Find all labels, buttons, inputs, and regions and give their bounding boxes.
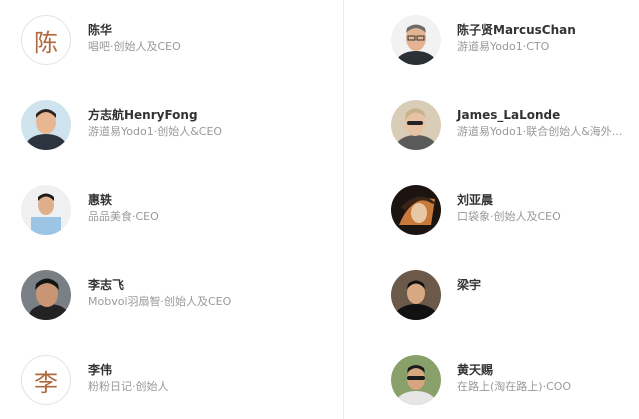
- person-name[interactable]: James_LaLonde: [457, 107, 622, 123]
- person-photo-icon: [21, 270, 71, 320]
- person-title: 游道易Yodo1·创始人&CEO: [88, 125, 223, 138]
- person-title: 粉粉日记·创始人: [88, 380, 169, 393]
- person-card[interactable]: 李志飞 Mobvoi羽扇智·创始人及CEO: [0, 267, 343, 323]
- person-name[interactable]: 陈子贤MarcusChan: [457, 22, 576, 38]
- avatar[interactable]: [391, 100, 441, 150]
- avatar[interactable]: [391, 15, 441, 65]
- avatar[interactable]: [21, 100, 71, 150]
- person-card[interactable]: 梁宇: [344, 267, 639, 323]
- avatar[interactable]: [391, 355, 441, 405]
- person-title: 游道易Yodo1·CTO: [457, 40, 550, 53]
- person-photo-icon: [21, 185, 71, 235]
- right-column: 陈子贤MarcusChan 游道易Yodo1·CTO James_LaLonde…: [344, 0, 639, 419]
- left-column: 陈 陈华 唱吧·创始人及CEO 方志航HenryFong 游道易Yodo1·创始…: [0, 0, 343, 419]
- person-photo-icon: [391, 270, 441, 320]
- person-name[interactable]: 刘亚晨: [457, 192, 561, 208]
- person-card[interactable]: 陈 陈华 唱吧·创始人及CEO: [0, 12, 343, 68]
- avatar[interactable]: 陈: [21, 15, 71, 65]
- person-photo-icon: [391, 185, 441, 235]
- person-card[interactable]: James_LaLonde 游道易Yodo1·联合创始人&海外...: [344, 97, 639, 153]
- person-card[interactable]: 李 李伟 粉粉日记·创始人: [0, 352, 343, 408]
- person-title: 口袋象·创始人及CEO: [457, 210, 561, 223]
- person-card[interactable]: 黄天赐 在路上(淘在路上)·COO: [344, 352, 639, 408]
- person-card[interactable]: 刘亚晨 口袋象·创始人及CEO: [344, 182, 639, 238]
- person-name[interactable]: 方志航HenryFong: [88, 107, 222, 123]
- avatar[interactable]: [21, 270, 71, 320]
- person-card[interactable]: 惠轶 品品美食·CEO: [0, 182, 343, 238]
- person-name[interactable]: 李志飞: [88, 277, 231, 293]
- person-name[interactable]: 李伟: [88, 362, 169, 378]
- person-card[interactable]: 方志航HenryFong 游道易Yodo1·创始人&CEO: [0, 97, 343, 153]
- person-title: 品品美食·CEO: [88, 210, 159, 223]
- person-name[interactable]: 惠轶: [88, 192, 159, 208]
- person-title: Mobvoi羽扇智·创始人及CEO: [88, 295, 232, 308]
- person-title: 在路上(淘在路上)·COO: [457, 380, 572, 393]
- person-photo-icon: [391, 15, 441, 65]
- person-photo-icon: [391, 355, 441, 405]
- person-photo-icon: [21, 100, 71, 150]
- avatar[interactable]: [21, 185, 71, 235]
- person-name[interactable]: 梁宇: [457, 277, 481, 293]
- avatar[interactable]: 李: [21, 355, 71, 405]
- person-title: 游道易Yodo1·联合创始人&海外...: [457, 125, 623, 138]
- person-name[interactable]: 陈华: [88, 22, 181, 38]
- person-title: 唱吧·创始人及CEO: [88, 40, 181, 53]
- avatar[interactable]: [391, 270, 441, 320]
- person-name[interactable]: 黄天赐: [457, 362, 571, 378]
- person-card[interactable]: 陈子贤MarcusChan 游道易Yodo1·CTO: [344, 12, 639, 68]
- person-photo-icon: [391, 100, 441, 150]
- avatar[interactable]: [391, 185, 441, 235]
